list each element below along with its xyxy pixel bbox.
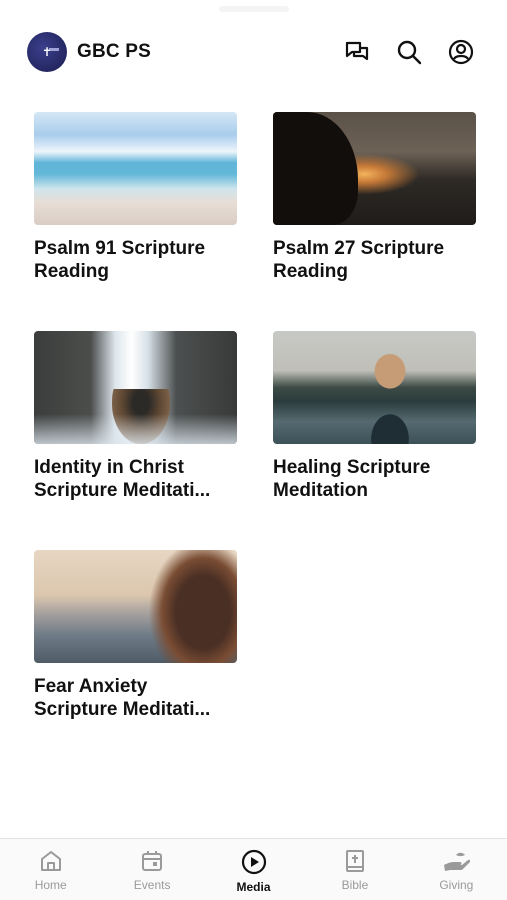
media-card[interactable]: Fear Anxiety Scripture Meditati...: [34, 550, 237, 721]
media-thumbnail[interactable]: [34, 112, 237, 225]
tab-events[interactable]: Events: [101, 839, 202, 900]
media-title: Identity in Christ Scripture Meditati...: [34, 457, 211, 501]
media-card[interactable]: Healing Scripture Meditation: [273, 331, 476, 502]
media-title: Psalm 91 Scripture Reading: [34, 238, 206, 282]
calendar-icon: [142, 851, 163, 871]
tab-giving[interactable]: Giving: [406, 839, 507, 900]
giving-hand-icon: [444, 852, 471, 871]
play-circle-icon: [241, 849, 266, 875]
tab-label: Media: [236, 880, 271, 894]
status-bar-notch: [218, 6, 289, 12]
chat-icon[interactable]: [341, 36, 373, 68]
app-header: ✝ GBC PS: [27, 30, 477, 74]
bible-icon: [345, 850, 364, 872]
tab-label: Giving: [439, 878, 474, 892]
media-thumbnail[interactable]: [34, 331, 237, 444]
church-logo-icon[interactable]: ✝: [27, 32, 67, 72]
tab-bible[interactable]: Bible: [304, 839, 405, 900]
tab-media[interactable]: Media: [203, 839, 304, 900]
app-title: GBC PS: [77, 41, 152, 62]
media-thumbnail[interactable]: [34, 550, 237, 663]
media-card[interactable]: Psalm 91 Scripture Reading: [34, 112, 237, 283]
home-icon: [40, 851, 61, 871]
media-card[interactable]: Psalm 27 Scripture Reading: [273, 112, 476, 283]
media-thumbnail[interactable]: [273, 331, 476, 444]
tab-label: Events: [133, 878, 171, 892]
media-thumbnail[interactable]: [273, 112, 476, 225]
bottom-tab-bar: Home Events Media Bible Giving: [0, 838, 507, 900]
tab-label: Home: [34, 878, 67, 892]
tab-home[interactable]: Home: [0, 839, 101, 900]
search-icon[interactable]: [393, 36, 425, 68]
account-icon[interactable]: [445, 36, 477, 68]
media-title: Psalm 27 Scripture Reading: [273, 238, 445, 282]
media-card[interactable]: Identity in Christ Scripture Meditati...: [34, 331, 237, 502]
header-actions: [341, 36, 477, 68]
tab-label: Bible: [341, 878, 369, 892]
media-title: Healing Scripture Meditation: [273, 457, 431, 501]
media-title: Fear Anxiety Scripture Meditati...: [34, 676, 211, 720]
